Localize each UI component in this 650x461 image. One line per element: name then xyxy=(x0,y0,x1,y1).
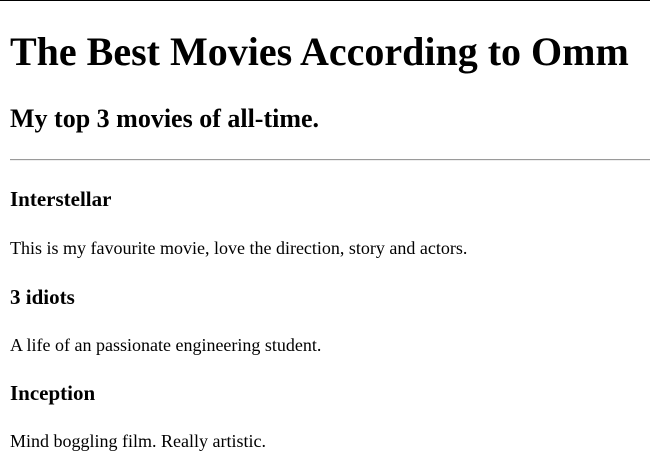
page-subtitle: My top 3 movies of all-time. xyxy=(10,104,320,133)
movie-description-3-idiots: A life of an passionate engineering stud… xyxy=(10,335,322,355)
movie-title-interstellar: Interstellar xyxy=(10,187,112,211)
movie-title-3-idiots: 3 idiots xyxy=(10,285,75,309)
movie-title-inception: Inception xyxy=(10,381,96,405)
movie-description-inception: Mind boggling film. Really artistic. xyxy=(10,431,266,451)
movie-description-interstellar: This is my favourite movie, love the dir… xyxy=(10,238,468,258)
top-border xyxy=(0,0,650,1)
horizontal-rule xyxy=(10,159,650,161)
page-title: The Best Movies According to Omm xyxy=(10,29,629,74)
page: The Best Movies According to Omm My top … xyxy=(0,0,650,461)
